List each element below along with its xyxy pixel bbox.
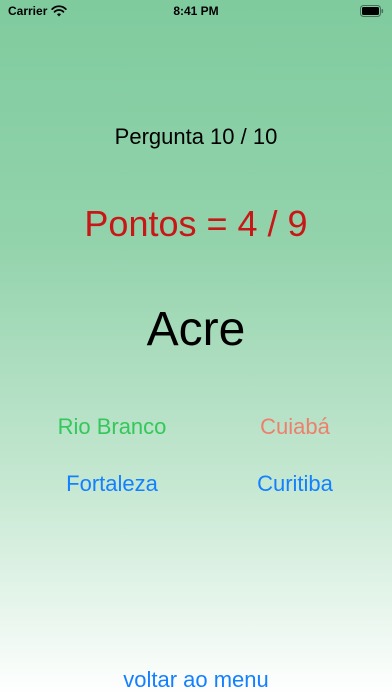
answer-option-fortaleza[interactable]: Fortaleza xyxy=(32,471,192,497)
back-to-menu-link[interactable]: voltar ao menu xyxy=(0,667,392,693)
answer-option-cuiaba[interactable]: Cuiabá xyxy=(215,414,375,440)
answer-option-rio-branco[interactable]: Rio Branco xyxy=(32,414,192,440)
status-time: 8:41 PM xyxy=(173,4,219,18)
battery-icon xyxy=(360,5,384,17)
state-name: Acre xyxy=(146,303,246,356)
question-counter: Pergunta 10 / 10 xyxy=(114,124,278,149)
score-label: Pontos = 4 / 9 xyxy=(84,203,308,244)
status-bar: Carrier 8:41 PM xyxy=(0,0,392,22)
answer-option-curitiba[interactable]: Curitiba xyxy=(215,471,375,497)
